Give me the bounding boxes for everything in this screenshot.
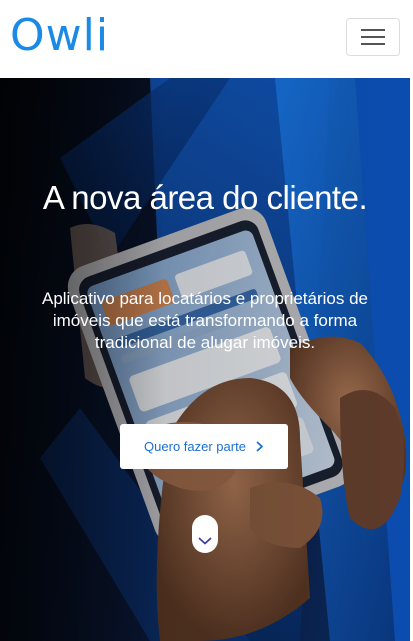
hero-background-image bbox=[0, 78, 413, 641]
cta-label: Quero fazer parte bbox=[144, 439, 246, 454]
menu-toggle-button[interactable] bbox=[346, 18, 400, 56]
chevron-down-icon bbox=[198, 537, 212, 545]
navbar: Owli bbox=[0, 0, 413, 78]
hero-section: A nova área do cliente. Aplicativo para … bbox=[0, 78, 413, 641]
chevron-right-icon bbox=[256, 441, 263, 452]
hamburger-menu-icon bbox=[361, 29, 385, 45]
cta-button[interactable]: Quero fazer parte bbox=[120, 424, 288, 469]
hero-subtitle: Aplicativo para locatários e proprietári… bbox=[41, 289, 368, 352]
owli-logo[interactable]: Owli bbox=[10, 11, 109, 61]
scroll-down-button[interactable] bbox=[192, 515, 218, 553]
hero-title: A nova área do cliente. bbox=[42, 179, 368, 216]
